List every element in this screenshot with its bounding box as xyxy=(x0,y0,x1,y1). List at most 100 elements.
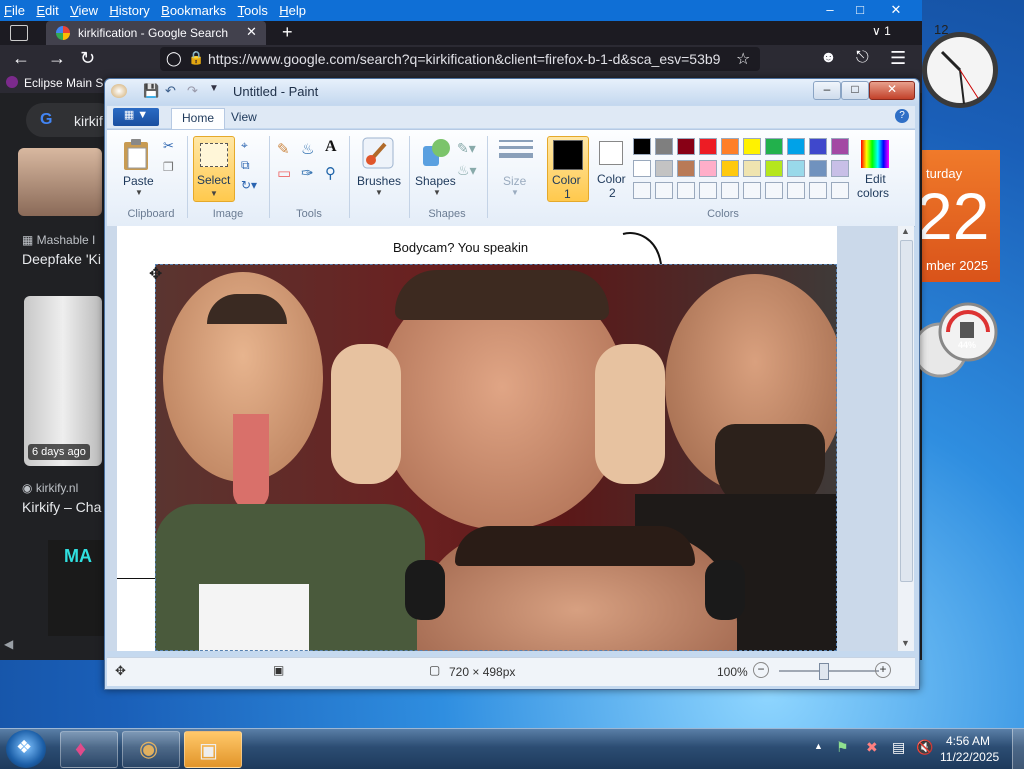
tab-home[interactable]: Home xyxy=(171,108,225,130)
scroll-up-icon[interactable]: ▲ xyxy=(901,226,910,236)
canvas[interactable]: Bodycam? You speakin ... ✥ xyxy=(117,226,837,651)
url-bar[interactable]: ◯ 🔒 https://www.google.com/search?q=kirk… xyxy=(160,47,760,71)
brushes-icon[interactable] xyxy=(361,136,395,170)
reload-icon[interactable]: ↻ xyxy=(80,48,95,69)
brushes-button[interactable]: Brushes xyxy=(357,174,401,188)
rotate-icon[interactable]: ↻▾ xyxy=(241,178,257,192)
text-icon[interactable]: A xyxy=(325,138,337,156)
ff-close-button[interactable]: ✕ xyxy=(882,0,910,20)
palette-swatch[interactable] xyxy=(787,160,805,177)
palette-swatch[interactable] xyxy=(655,138,673,155)
clock-time[interactable]: 4:56 AM xyxy=(946,734,990,748)
palette-swatch[interactable] xyxy=(743,182,761,199)
color1-button[interactable]: Color 1 xyxy=(547,136,589,202)
fill-shape-icon[interactable]: ♨▾ xyxy=(457,162,477,179)
palette-swatch[interactable] xyxy=(633,160,651,177)
google-search-box[interactable]: G kirkif xyxy=(26,103,116,137)
palette-swatch[interactable] xyxy=(765,138,783,155)
tab-overflow-icon[interactable]: ∨ 1 xyxy=(872,24,891,38)
palette-swatch[interactable] xyxy=(655,182,673,199)
action-center-icon[interactable]: ⚑ xyxy=(836,739,849,756)
redo-icon[interactable]: ↷ xyxy=(187,83,198,99)
palette-swatch[interactable] xyxy=(765,160,783,177)
palette-swatch[interactable] xyxy=(699,182,717,199)
vertical-scrollbar[interactable]: ▲ ▼ xyxy=(897,226,914,651)
app-menu-icon[interactable]: ☰ xyxy=(890,48,906,69)
palette-swatch[interactable] xyxy=(655,160,673,177)
cpu-meter-gadget[interactable]: 44% xyxy=(912,300,1000,380)
paint-minimize-button[interactable]: – xyxy=(813,81,841,100)
bookmark-eclipse[interactable]: Eclipse Main S xyxy=(24,76,103,90)
show-desktop-button[interactable] xyxy=(1012,729,1024,769)
clock-date[interactable]: 11/22/2025 xyxy=(940,750,999,764)
shapes-dropdown-icon[interactable]: ▼ xyxy=(433,188,441,197)
volume-muted-icon[interactable]: 🔇 xyxy=(916,739,933,756)
color2-button[interactable]: Color 2 xyxy=(593,136,633,200)
palette-swatch[interactable] xyxy=(743,138,761,155)
result-thumbnail-2[interactable]: 6 days ago xyxy=(24,296,102,466)
clock-gadget[interactable]: 12 xyxy=(920,8,1000,128)
taskbar-paint[interactable]: ◉ xyxy=(122,731,180,768)
display-icon[interactable]: ▤ xyxy=(892,739,905,756)
ff-maximize-button[interactable]: □ xyxy=(846,0,874,20)
color-picker-icon[interactable]: ✑ xyxy=(301,164,314,182)
zoom-slider-track[interactable] xyxy=(779,670,879,672)
zoom-slider-thumb[interactable] xyxy=(819,663,829,680)
selection-border[interactable] xyxy=(155,264,837,651)
mashable-title[interactable]: Deepfake 'Ki xyxy=(22,251,101,267)
crop-icon[interactable]: ⌖ xyxy=(241,138,248,153)
palette-swatch[interactable] xyxy=(699,160,717,177)
pencil-icon[interactable]: ✎ xyxy=(277,140,290,158)
palette-swatch[interactable] xyxy=(809,182,827,199)
cut-icon[interactable]: ✂ xyxy=(163,138,174,154)
taskbar-app-3[interactable]: ▣ xyxy=(184,731,242,768)
tab-list-icon[interactable] xyxy=(10,25,28,41)
menu-history[interactable]: History xyxy=(105,0,153,18)
scroll-thumb[interactable] xyxy=(900,240,913,582)
menu-view[interactable]: View xyxy=(66,0,102,18)
lock-icon[interactable]: 🔒 xyxy=(188,50,204,66)
account-icon[interactable]: ☻ xyxy=(820,49,837,67)
zoom-out-button[interactable]: − xyxy=(753,662,769,678)
palette-swatch[interactable] xyxy=(765,182,783,199)
menu-bookmarks[interactable]: Bookmarks xyxy=(157,0,230,18)
paint-app-icon[interactable] xyxy=(111,84,127,98)
paste-button[interactable]: Paste xyxy=(123,174,154,188)
back-icon[interactable]: ← xyxy=(12,48,30,69)
palette-swatch[interactable] xyxy=(677,138,695,155)
magnifier-icon[interactable]: ⚲ xyxy=(325,164,336,182)
scroll-left-icon[interactable]: ◀ xyxy=(4,637,13,651)
start-button[interactable]: ❖ xyxy=(6,730,46,768)
palette-swatch[interactable] xyxy=(633,138,651,155)
palette-swatch[interactable] xyxy=(677,160,695,177)
ff-minimize-button[interactable]: – xyxy=(816,0,844,20)
brushes-dropdown-icon[interactable]: ▼ xyxy=(375,188,383,197)
size-icon[interactable] xyxy=(499,140,533,162)
palette-swatch[interactable] xyxy=(721,160,739,177)
menu-tools[interactable]: Tools xyxy=(234,0,272,18)
tab-google-search[interactable]: kirkification - Google Search ✕ xyxy=(46,21,266,45)
paint-maximize-button[interactable]: □ xyxy=(841,81,869,100)
tracking-shield-icon[interactable]: ◯ xyxy=(166,50,182,67)
save-icon[interactable]: 💾 xyxy=(143,83,159,99)
paste-icon[interactable] xyxy=(121,138,155,172)
extensions-icon[interactable]: ⎋ xyxy=(856,49,869,67)
palette-swatch[interactable] xyxy=(831,138,849,155)
palette-swatch[interactable] xyxy=(721,182,739,199)
paste-dropdown-icon[interactable]: ▼ xyxy=(135,188,143,197)
new-tab-icon[interactable]: + xyxy=(282,22,293,43)
palette-swatch[interactable] xyxy=(677,182,695,199)
menu-file[interactable]: File xyxy=(0,0,29,18)
outline-icon[interactable]: ✎▾ xyxy=(457,140,476,157)
palette-swatch[interactable] xyxy=(809,138,827,155)
eraser-icon[interactable]: ▭ xyxy=(277,164,291,182)
result-thumbnail-3[interactable]: MA xyxy=(48,540,104,636)
tab-view[interactable]: View xyxy=(231,110,257,124)
show-hidden-icons[interactable]: ▲ xyxy=(814,741,823,751)
quick-access-dropdown-icon[interactable]: ▼ xyxy=(209,83,219,94)
palette-swatch[interactable] xyxy=(721,138,739,155)
size-dropdown-icon[interactable]: ▼ xyxy=(511,188,519,197)
shapes-icon[interactable] xyxy=(419,136,453,170)
palette-swatch[interactable] xyxy=(787,138,805,155)
palette-swatch[interactable] xyxy=(809,160,827,177)
